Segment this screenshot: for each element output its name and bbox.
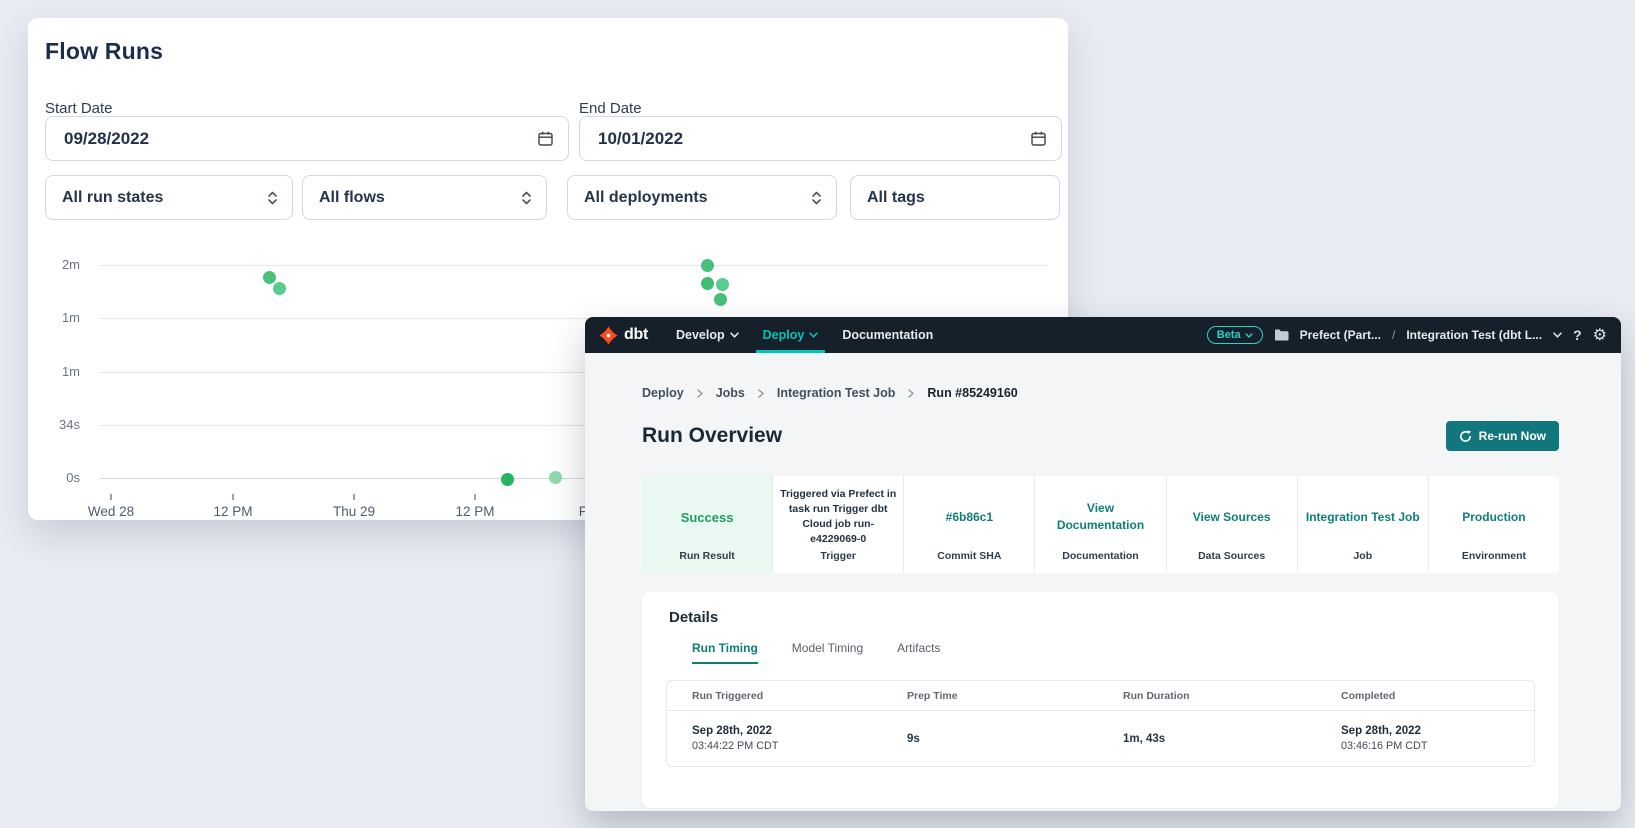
- y-axis-tick-label: 2m: [28, 257, 80, 272]
- flow-run-point[interactable]: [716, 278, 729, 291]
- flow-run-point[interactable]: [714, 293, 727, 306]
- run-summary-strip: Success Run Result Triggered via Prefect…: [642, 476, 1559, 573]
- chevron-right-icon: [697, 389, 703, 398]
- desktop: Flow Runs Start Date End Date 09/28/2022…: [0, 0, 1635, 828]
- table-header-row: Run Triggered Prep Time Run Duration Com…: [667, 681, 1534, 711]
- data-sources-cell: View Sources Data Sources: [1167, 476, 1298, 573]
- view-sources-link[interactable]: View Sources: [1167, 476, 1297, 550]
- account-project-crumb[interactable]: Prefect (Part...: [1300, 328, 1381, 342]
- x-axis-tick: [232, 494, 234, 500]
- nav-item-documentation[interactable]: Documentation: [842, 317, 933, 353]
- flow-run-point[interactable]: [701, 277, 714, 290]
- environment-link[interactable]: Production: [1429, 476, 1559, 550]
- flow-run-point[interactable]: [701, 259, 714, 272]
- col-prep-time: Prep Time: [882, 690, 1098, 702]
- job-link[interactable]: Integration Test Job: [1298, 476, 1428, 550]
- tab-run-timing[interactable]: Run Timing: [692, 641, 758, 664]
- page-head: Run Overview Re-run Now: [642, 421, 1559, 451]
- y-axis-tick-label: 0s: [28, 470, 80, 485]
- navbar-right: Beta Prefect (Part... / Integration Test…: [1207, 325, 1607, 345]
- chevron-down-icon: [1245, 333, 1253, 338]
- breadcrumb-jobs[interactable]: Jobs: [716, 386, 745, 400]
- crumb-separator: /: [1392, 328, 1395, 342]
- tab-artifacts[interactable]: Artifacts: [897, 641, 940, 664]
- chevron-right-icon: [908, 389, 914, 398]
- dbt-cloud-window: dbt Develop Deploy Documentation Beta: [585, 317, 1621, 811]
- run-result-cell: Success Run Result: [642, 476, 773, 573]
- nav-item-deploy[interactable]: Deploy: [763, 317, 819, 353]
- x-axis-tick-label: Thu 29: [314, 504, 394, 519]
- run-overview-title: Run Overview: [642, 424, 782, 448]
- documentation-cell: View Documentation Documentation: [1035, 476, 1166, 573]
- x-axis-tick: [353, 494, 355, 500]
- breadcrumb: Deploy Jobs Integration Test Job Run #85…: [642, 386, 1559, 400]
- col-run-triggered: Run Triggered: [667, 690, 882, 702]
- beta-badge[interactable]: Beta: [1207, 326, 1263, 344]
- details-card: Details Run Timing Model Timing Artifact…: [642, 592, 1559, 808]
- dbt-logo[interactable]: dbt: [598, 325, 648, 346]
- environment-cell: Production Environment: [1429, 476, 1559, 573]
- commit-sha-link[interactable]: #6b86c1: [904, 476, 1034, 550]
- flow-run-point[interactable]: [273, 282, 286, 295]
- chevron-down-icon: [809, 332, 818, 338]
- chevron-right-icon: [758, 389, 764, 398]
- help-icon[interactable]: ?: [1573, 327, 1582, 343]
- chevron-down-icon: [730, 332, 739, 338]
- details-title: Details: [666, 609, 1535, 626]
- x-axis-tick-label: 12 PM: [193, 504, 273, 519]
- x-axis-tick: [474, 494, 476, 500]
- breadcrumb-run: Run #85249160: [927, 386, 1017, 400]
- x-axis-tick: [110, 494, 112, 500]
- col-completed: Completed: [1316, 690, 1534, 702]
- breadcrumb-deploy[interactable]: Deploy: [642, 386, 684, 400]
- rerun-now-button[interactable]: Re-run Now: [1446, 421, 1559, 451]
- job-cell: Integration Test Job Job: [1298, 476, 1429, 573]
- y-axis-tick-label: 1m: [28, 310, 80, 325]
- details-tabs: Run Timing Model Timing Artifacts: [666, 641, 1535, 664]
- flow-run-point[interactable]: [263, 271, 276, 284]
- col-run-duration: Run Duration: [1098, 690, 1316, 702]
- y-axis-tick-label: 34s: [28, 417, 80, 432]
- dbt-logo-icon: [598, 325, 619, 346]
- dbt-content: Deploy Jobs Integration Test Job Run #85…: [585, 386, 1621, 808]
- flow-run-point[interactable]: [501, 473, 514, 486]
- trigger-cell: Triggered via Prefect in task run Trigge…: [773, 476, 904, 573]
- y-gridline: [100, 265, 1048, 266]
- nav-item-develop[interactable]: Develop: [676, 317, 739, 353]
- x-axis-tick-label: 12 PM: [435, 504, 515, 519]
- gear-icon[interactable]: ⚙: [1593, 325, 1607, 345]
- refresh-icon: [1459, 430, 1472, 443]
- dbt-navbar: dbt Develop Deploy Documentation Beta: [585, 317, 1621, 353]
- flow-run-point[interactable]: [549, 471, 562, 484]
- run-triggered-value: Sep 28th, 2022 03:44:22 PM CDT: [667, 725, 882, 752]
- view-documentation-link[interactable]: View Documentation: [1035, 476, 1165, 550]
- completed-value: Sep 28th, 2022 03:46:16 PM CDT: [1316, 725, 1534, 752]
- y-axis-tick-label: 1m: [28, 364, 80, 379]
- chevron-down-icon[interactable]: [1553, 332, 1562, 338]
- run-timing-table: Run Triggered Prep Time Run Duration Com…: [666, 680, 1535, 767]
- commit-sha-cell: #6b86c1 Commit SHA: [904, 476, 1035, 573]
- breadcrumb-job[interactable]: Integration Test Job: [777, 386, 896, 400]
- prep-time-value: 9s: [882, 733, 1098, 745]
- tab-model-timing[interactable]: Model Timing: [792, 641, 863, 664]
- dbt-logo-text: dbt: [624, 326, 648, 344]
- environment-crumb[interactable]: Integration Test (dbt L...: [1406, 328, 1542, 342]
- table-row: Sep 28th, 2022 03:44:22 PM CDT 9s 1m, 43…: [667, 711, 1534, 766]
- run-duration-value: 1m, 43s: [1098, 733, 1316, 745]
- folder-icon: [1274, 329, 1289, 341]
- x-axis-tick-label: Wed 28: [71, 504, 151, 519]
